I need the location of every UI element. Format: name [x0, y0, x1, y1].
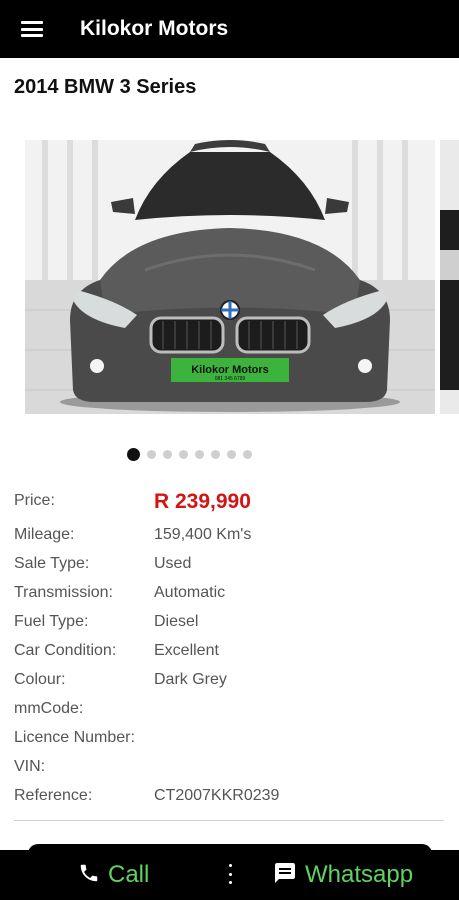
spec-label: Mileage: — [14, 525, 75, 543]
spec-label: Price: — [14, 492, 55, 509]
spec-value: Used — [154, 554, 192, 572]
call-label: Call — [108, 861, 150, 888]
hamburger-menu-icon[interactable] — [0, 0, 64, 58]
bottom-action-bar: Call Whatsapp — [0, 844, 459, 900]
vehicle-specs: Price: R 239,990 Mileage: 159,400 Km's S… — [14, 490, 444, 810]
carousel-dot[interactable] — [163, 450, 172, 459]
carousel-indicator — [0, 448, 459, 461]
spec-row-mmcode: mmCode: — [14, 694, 444, 723]
whatsapp-button[interactable]: Whatsapp — [273, 850, 413, 900]
spec-label: mmCode: — [14, 699, 84, 717]
carousel-dot[interactable] — [127, 448, 140, 461]
spec-label: VIN: — [14, 757, 46, 775]
spec-row-sale-type: Sale Type: Used — [14, 549, 444, 578]
whatsapp-label: Whatsapp — [305, 861, 414, 888]
spec-row-mileage: Mileage: 159,400 Km's — [14, 520, 444, 549]
carousel-dot[interactable] — [195, 450, 204, 459]
spec-row-colour: Colour: Dark Grey — [14, 665, 444, 694]
carousel-dot[interactable] — [147, 450, 156, 459]
spec-label: Car Condition: — [14, 641, 117, 659]
spec-row-fuel-type: Fuel Type: Diesel — [14, 607, 444, 636]
spec-value: Excellent — [154, 641, 219, 659]
spec-value: 159,400 Km's — [154, 525, 252, 543]
photo-carousel[interactable]: Kilokor Motors 081 345 6789 — [0, 140, 459, 414]
app-title: Kilokor Motors — [80, 17, 229, 40]
carousel-dot[interactable] — [243, 450, 252, 459]
carousel-dot[interactable] — [227, 450, 236, 459]
call-button[interactable]: Call — [78, 850, 149, 900]
spec-label: Fuel Type: — [14, 612, 89, 630]
spec-row-transmission: Transmission: Automatic — [14, 578, 444, 607]
listing-title: 2014 BMW 3 Series — [14, 76, 197, 98]
spec-label: Transmission: — [14, 583, 113, 601]
more-options-icon[interactable] — [229, 864, 232, 884]
app-bar: Kilokor Motors — [0, 0, 459, 58]
spec-value: Dark Grey — [154, 670, 227, 688]
spec-label: Reference: — [14, 786, 93, 804]
plate-subtext: 081 345 6789 — [215, 376, 246, 382]
divider — [14, 820, 444, 821]
carousel-dot[interactable] — [179, 450, 188, 459]
price-value: R 239,990 — [154, 490, 251, 513]
carousel-dot[interactable] — [211, 450, 220, 459]
plate-text: Kilokor Motors — [191, 364, 269, 376]
next-photo-peek[interactable] — [440, 140, 459, 414]
spec-label: Sale Type: — [14, 554, 90, 572]
phone-icon — [78, 862, 100, 889]
spec-value: Automatic — [154, 583, 226, 601]
spec-row-reference: Reference: CT2007KKR0239 — [14, 781, 444, 810]
car-photo[interactable]: Kilokor Motors 081 345 6789 — [25, 140, 435, 414]
chat-message-icon — [273, 861, 297, 890]
spec-row-licence-number: Licence Number: — [14, 723, 444, 752]
spec-row-car-condition: Car Condition: Excellent — [14, 636, 444, 665]
spec-label: Colour: — [14, 670, 66, 688]
spec-row-vin: VIN: — [14, 752, 444, 781]
spec-value: Diesel — [154, 612, 199, 630]
spec-row-price: Price: R 239,990 — [14, 490, 444, 520]
spec-label: Licence Number: — [14, 728, 135, 746]
spec-value: CT2007KKR0239 — [154, 786, 280, 804]
